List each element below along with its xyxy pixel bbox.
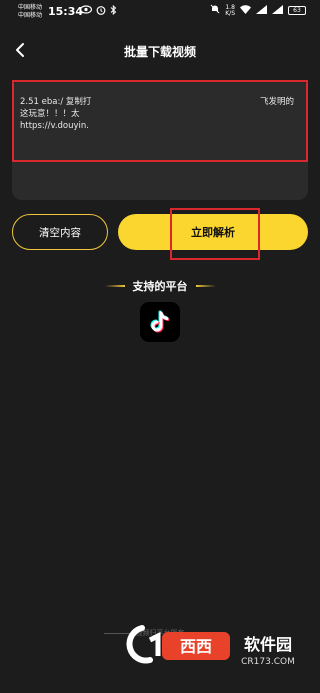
input-highlight-box (12, 80, 308, 162)
supported-platforms-heading: 支持的平台 (0, 278, 320, 294)
carrier-label-2: 中国移动 (18, 12, 43, 19)
net-speed: 1.8 K/S (225, 4, 235, 17)
heading-decoration-left (104, 285, 125, 287)
carrier-label-1: 中国移动 (18, 4, 43, 11)
signal-icon-1 (256, 4, 267, 17)
supported-platforms-title: 支持的平台 (132, 280, 188, 293)
clear-content-button[interactable]: 清空内容 (12, 214, 108, 250)
page-title: 批量下载视频 (123, 45, 196, 59)
tiktok-icon[interactable] (140, 302, 180, 342)
battery-indicator: 63 (288, 6, 306, 15)
bluetooth-icon (110, 4, 117, 18)
heading-decoration-right (195, 285, 216, 287)
watermark-text-1: 西西 (180, 637, 212, 656)
watermark-logo: 西西 软件园 CR173.COM (120, 618, 316, 670)
wifi-icon (240, 4, 251, 17)
status-time: 15:34 (48, 5, 84, 18)
signal-icon-2 (272, 4, 283, 17)
nav-bar: 批量下载视频 (0, 36, 320, 66)
watermark-text-1b: 软件园 (244, 635, 292, 654)
mute-icon (210, 4, 220, 17)
status-icons-left (79, 4, 117, 18)
net-speed-unit: K/S (225, 9, 235, 17)
status-icons-right: 1.8 K/S 63 (210, 4, 306, 17)
status-bar: 中国移动 中国移动 15:34 1.8 K/S 63 (0, 0, 320, 26)
parse-highlight-box (170, 208, 260, 260)
eye-icon (79, 5, 93, 18)
alarm-icon (96, 5, 106, 18)
watermark-text-2: CR173.COM (241, 657, 295, 667)
